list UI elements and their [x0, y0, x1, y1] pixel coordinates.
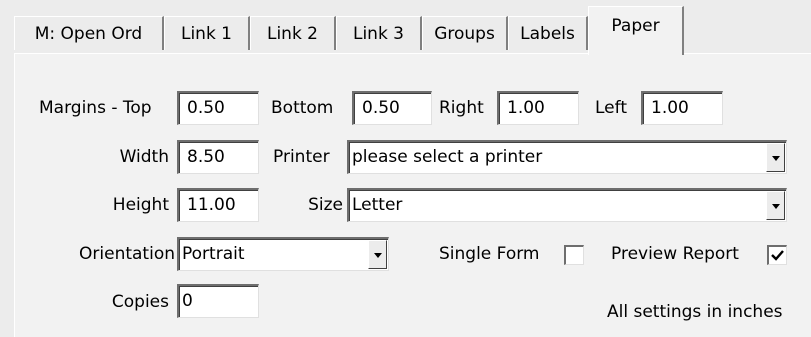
height-label: Height: [112, 195, 169, 215]
margin-right-field[interactable]: 1.00: [497, 91, 579, 125]
orientation-dropdown[interactable]: Portrait: [177, 237, 389, 271]
chevron-down-icon[interactable]: [368, 240, 387, 269]
tab-m-open-ord[interactable]: M: Open Ord: [14, 16, 164, 50]
preview-report-label: Preview Report: [611, 244, 739, 264]
chevron-down-icon[interactable]: [766, 191, 785, 220]
margin-left-field[interactable]: 1.00: [641, 91, 723, 125]
size-dropdown-value: Letter: [352, 195, 403, 215]
margins-top-label: Margins - Top: [39, 98, 152, 118]
copies-field[interactable]: 0: [177, 284, 259, 318]
units-note: All settings in inches: [607, 302, 783, 322]
paper-settings-panel: Margins - Top 0.50 Bottom 0.50 Right 1.0…: [14, 53, 811, 337]
preview-report-checkbox[interactable]: [767, 245, 787, 265]
orientation-dropdown-value: Portrait: [182, 244, 245, 264]
printer-label: Printer: [273, 147, 330, 167]
height-field[interactable]: 11.00: [177, 188, 259, 222]
tab-link-1[interactable]: Link 1: [164, 16, 250, 50]
tab-link-3[interactable]: Link 3: [336, 16, 422, 50]
tab-link-2[interactable]: Link 2: [250, 16, 336, 50]
tab-labels[interactable]: Labels: [508, 16, 588, 50]
margin-bottom-field[interactable]: 0.50: [352, 91, 432, 125]
tab-strip: M: Open Ord Link 1 Link 2 Link 3 Groups …: [0, 0, 811, 60]
margin-top-field[interactable]: 0.50: [177, 91, 259, 125]
size-dropdown[interactable]: Letter: [347, 188, 787, 222]
margin-bottom-label: Bottom: [271, 98, 334, 118]
margin-left-label: Left: [595, 98, 627, 118]
single-form-label: Single Form: [439, 244, 540, 264]
printer-dropdown[interactable]: please select a printer: [347, 140, 787, 174]
single-form-checkbox[interactable]: [564, 245, 584, 265]
chevron-down-icon[interactable]: [766, 143, 785, 172]
margin-right-label: Right: [439, 98, 484, 118]
orientation-label: Orientation: [79, 244, 175, 264]
printer-dropdown-value: please select a printer: [352, 147, 543, 167]
tab-groups[interactable]: Groups: [422, 16, 508, 50]
tab-paper[interactable]: Paper: [588, 6, 684, 55]
copies-label: Copies: [111, 292, 169, 312]
size-label: Size: [308, 195, 343, 215]
width-field[interactable]: 8.50: [177, 140, 259, 174]
width-label: Width: [119, 147, 169, 167]
checkmark-icon: [771, 250, 784, 261]
